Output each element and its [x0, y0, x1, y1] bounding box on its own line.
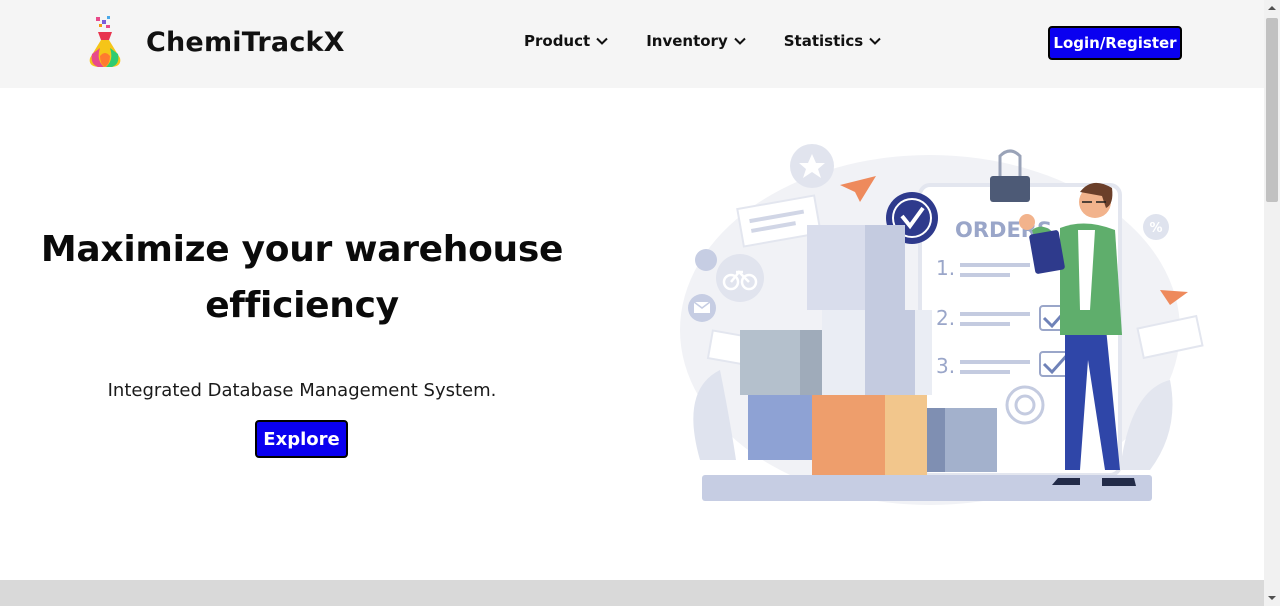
- login-register-button[interactable]: Login/Register: [1048, 26, 1182, 60]
- chevron-down-icon: [734, 37, 746, 45]
- nav-item-inventory[interactable]: Inventory: [646, 32, 746, 50]
- svg-text:%: %: [1149, 221, 1162, 236]
- explore-button[interactable]: Explore: [255, 420, 348, 458]
- list-number-3: 3.: [936, 354, 955, 378]
- nav-item-label: Inventory: [646, 32, 728, 50]
- warehouse-illustration: % ORDERS 1. 2. 3.: [680, 144, 1204, 505]
- flask-logo-icon: [89, 16, 121, 67]
- list-number-2: 2.: [936, 306, 955, 330]
- scroll-up-arrow-icon[interactable]: [1268, 4, 1276, 12]
- footer-band: [0, 580, 1264, 606]
- nav-item-statistics[interactable]: Statistics: [784, 32, 881, 50]
- hero-subtitle: Integrated Database Management System.: [107, 380, 497, 401]
- hero-title-line1: Maximize your warehouse: [40, 229, 564, 270]
- brand-name: ChemiTrackX: [146, 26, 345, 58]
- scroll-down-arrow-icon[interactable]: [1268, 594, 1276, 602]
- box: [748, 395, 820, 460]
- site-header: ChemiTrackX Product Inventory Statistics…: [0, 0, 1264, 88]
- cursor-badge-icon: [695, 249, 717, 271]
- brand[interactable]: ChemiTrackX: [82, 14, 345, 70]
- chevron-down-icon: [869, 37, 881, 45]
- hero-title-line2: efficiency: [205, 285, 399, 326]
- nav-item-label: Statistics: [783, 32, 864, 50]
- main-nav: Product Inventory Statistics: [524, 32, 919, 50]
- nav-item-product[interactable]: Product: [524, 32, 608, 50]
- scrollbar-thumb[interactable]: [1266, 18, 1278, 202]
- hero-title: Maximize your warehouse efficiency: [30, 222, 574, 334]
- bicycle-badge-icon: [716, 254, 764, 302]
- chevron-down-icon: [596, 37, 608, 45]
- floor: [702, 475, 1152, 501]
- page: ChemiTrackX Product Inventory Statistics…: [0, 0, 1264, 606]
- box: [807, 225, 865, 310]
- list-number-1: 1.: [936, 256, 955, 280]
- vertical-scrollbar[interactable]: [1264, 0, 1280, 606]
- nav-item-label: Product: [524, 32, 591, 50]
